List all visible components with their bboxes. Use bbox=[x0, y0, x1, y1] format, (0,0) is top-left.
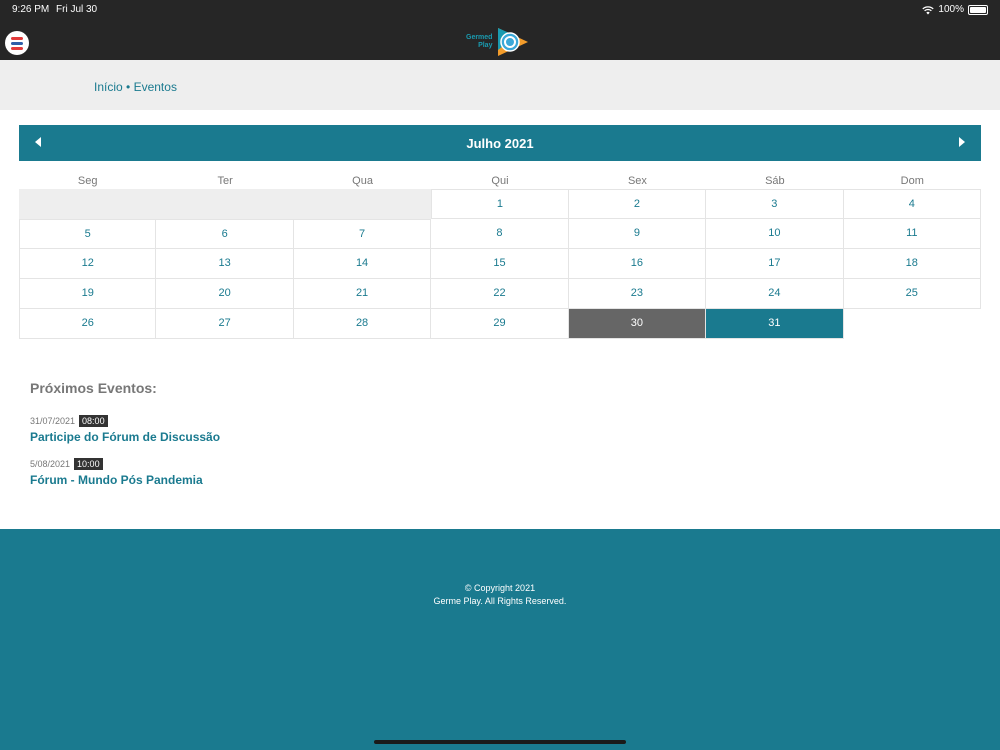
calendar-day[interactable]: 27 bbox=[156, 309, 294, 339]
battery-percent: 100% bbox=[938, 4, 964, 15]
calendar-day[interactable]: 7 bbox=[293, 219, 432, 249]
event-title-link[interactable]: Fórum - Mundo Pós Pandemia bbox=[30, 473, 220, 487]
wifi-icon bbox=[922, 5, 935, 14]
footer: © Copyright 2021 Germe Play. All Rights … bbox=[0, 529, 1000, 750]
calendar-empty-cell bbox=[19, 189, 157, 219]
event-meta: 31/07/2021 08:00 bbox=[30, 414, 220, 427]
breadcrumb-separator: • bbox=[126, 80, 131, 94]
weekday-label: Qua bbox=[352, 175, 373, 187]
breadcrumb-current: Eventos bbox=[133, 80, 177, 94]
footer-rights: Germe Play. All Rights Reserved. bbox=[433, 596, 567, 606]
calendar-day[interactable]: 14 bbox=[293, 249, 432, 279]
home-indicator[interactable] bbox=[374, 740, 626, 744]
footer-copyright: © Copyright 2021 bbox=[464, 583, 536, 593]
weekday-header: Seg Ter Qua Qui Sex Sáb Dom bbox=[19, 161, 981, 189]
calendar-day[interactable]: 4 bbox=[843, 189, 981, 219]
calendar-empty-cell bbox=[156, 189, 294, 219]
breadcrumb-bar: Início • Eventos bbox=[0, 60, 1000, 110]
calendar-day[interactable]: 13 bbox=[156, 249, 294, 279]
calendar-day[interactable]: 12 bbox=[19, 249, 157, 279]
calendar-day[interactable]: 29 bbox=[431, 309, 569, 339]
event-item: 31/07/2021 08:00 Participe do Fórum de D… bbox=[30, 414, 220, 444]
weekday-label: Dom bbox=[900, 175, 924, 187]
logo[interactable]: Germed Play bbox=[466, 26, 530, 58]
calendar-day[interactable]: 11 bbox=[843, 219, 981, 249]
calendar-day[interactable]: 3 bbox=[706, 189, 844, 219]
calendar-header: Julho 2021 bbox=[19, 125, 981, 161]
event-date: 31/07/2021 bbox=[30, 415, 76, 426]
calendar-day[interactable]: 20 bbox=[156, 279, 294, 309]
event-title-link[interactable]: Participe do Fórum de Discussão bbox=[30, 430, 220, 444]
event-item: 5/08/2021 10:00 Fórum - Mundo Pós Pandem… bbox=[30, 457, 220, 487]
calendar-day[interactable]: 15 bbox=[431, 249, 569, 279]
menu-button[interactable] bbox=[5, 31, 29, 55]
calendar-day[interactable]: 17 bbox=[706, 249, 844, 279]
menu-icon-bar-1 bbox=[11, 36, 23, 40]
calendar-day[interactable]: 5 bbox=[19, 219, 157, 249]
logo-line1: Germed bbox=[466, 34, 493, 41]
calendar-day[interactable]: 1 bbox=[431, 189, 569, 219]
status-right: 100% bbox=[922, 4, 988, 15]
calendar-day[interactable]: 8 bbox=[431, 219, 569, 249]
calendar-day[interactable]: 18 bbox=[843, 249, 981, 279]
status-bar: 9:26 PM Fri Jul 30 100% bbox=[0, 0, 1000, 20]
calendar-day[interactable]: 2 bbox=[568, 189, 707, 219]
calendar-empty-cell bbox=[293, 189, 432, 219]
calendar-grid: 1 2 3 4 5 6 7 8 9 10 11 12 13 14 15 16 17 18 19 20 21 22 23 24 2… bbox=[19, 189, 981, 339]
calendar: Julho 2021 Seg Ter Qua Qui Sex Sáb Dom 1… bbox=[19, 125, 981, 339]
event-meta: 5/08/2021 10:00 bbox=[30, 457, 220, 470]
calendar-day[interactable]: 21 bbox=[293, 279, 432, 309]
calendar-day[interactable]: 25 bbox=[843, 279, 981, 309]
calendar-blank-cell bbox=[844, 309, 981, 339]
calendar-day[interactable]: 22 bbox=[431, 279, 569, 309]
event-date: 5/08/2021 bbox=[30, 458, 71, 469]
event-time-badge: 10:00 bbox=[74, 457, 103, 470]
breadcrumb: Início • Eventos bbox=[94, 80, 177, 94]
calendar-day[interactable]: 19 bbox=[19, 279, 157, 309]
breadcrumb-home-link[interactable]: Início bbox=[94, 80, 123, 94]
logo-text: Germed Play bbox=[466, 34, 492, 50]
top-app-bar: Germed Play bbox=[0, 20, 1000, 60]
calendar-day[interactable]: 28 bbox=[293, 309, 432, 339]
upcoming-events: Próximos Eventos: 31/07/2021 08:00 Parti… bbox=[30, 380, 220, 500]
menu-icon-bar-3 bbox=[11, 46, 23, 50]
calendar-day[interactable]: 10 bbox=[706, 219, 844, 249]
caret-right-icon[interactable] bbox=[959, 137, 965, 147]
weekday-label: Sáb bbox=[765, 175, 785, 187]
calendar-day[interactable]: 16 bbox=[568, 249, 707, 279]
status-time: 9:26 PM bbox=[12, 4, 50, 15]
calendar-day[interactable]: 24 bbox=[706, 279, 844, 309]
calendar-day[interactable]: 26 bbox=[19, 309, 157, 339]
events-heading: Próximos Eventos: bbox=[30, 380, 157, 396]
status-date: Fri Jul 30 bbox=[56, 4, 98, 15]
calendar-day[interactable]: 30 bbox=[568, 309, 707, 339]
play-logo-icon bbox=[498, 28, 529, 56]
calendar-day[interactable]: 6 bbox=[156, 219, 294, 249]
calendar-title: Julho 2021 bbox=[466, 136, 534, 151]
weekday-label: Ter bbox=[217, 175, 233, 187]
event-time-badge: 08:00 bbox=[79, 414, 108, 427]
calendar-day[interactable]: 9 bbox=[568, 219, 707, 249]
weekday-label: Qui bbox=[491, 175, 509, 187]
calendar-day[interactable]: 31 bbox=[706, 309, 844, 339]
logo-line2: Play bbox=[478, 42, 493, 49]
battery-icon bbox=[968, 4, 988, 15]
menu-icon-bar-2 bbox=[11, 41, 23, 45]
weekday-label: Seg bbox=[77, 175, 98, 187]
calendar-day[interactable]: 23 bbox=[568, 279, 707, 309]
weekday-label: Sex bbox=[627, 175, 647, 187]
